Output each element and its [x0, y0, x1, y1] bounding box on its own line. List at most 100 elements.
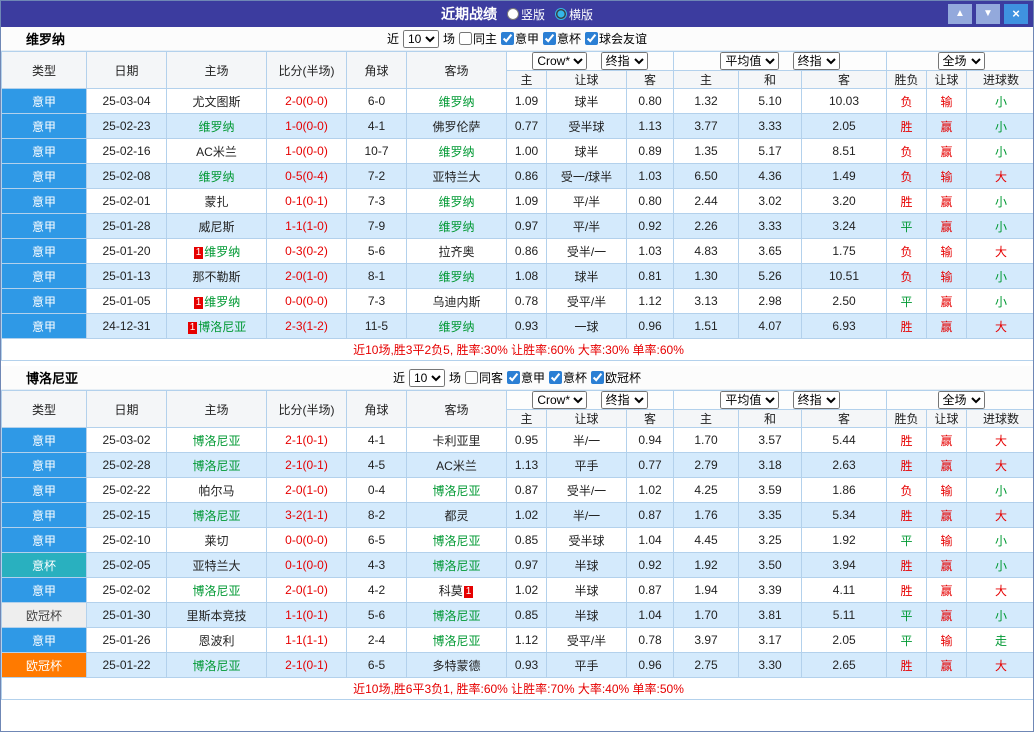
home-team[interactable]: 那不勒斯 [166, 263, 267, 289]
league-type[interactable]: 意甲 [1, 427, 87, 453]
result-handicap-text: 赢 [940, 144, 953, 159]
home-team[interactable]: 博洛尼亚 [166, 452, 267, 478]
away-team[interactable]: 博洛尼亚 [406, 527, 507, 553]
league-type[interactable]: 意甲 [1, 138, 87, 164]
away-team[interactable]: 维罗纳 [406, 213, 507, 239]
league-type[interactable]: 意甲 [1, 313, 87, 339]
league-checkbox-coppa[interactable] [543, 32, 557, 45]
away-team[interactable]: 博洛尼亚 [406, 552, 507, 578]
same-venue-filter[interactable]: 同主 [458, 30, 497, 47]
home-team[interactable]: 威尼斯 [166, 213, 267, 239]
scope-select[interactable]: 全场 [937, 391, 985, 409]
league-type[interactable]: 意甲 [1, 213, 87, 239]
home-team[interactable]: 尤文图斯 [166, 88, 267, 114]
asian-final-select[interactable]: 终指 [600, 391, 648, 409]
league-type[interactable]: 意甲 [1, 163, 87, 189]
home-team[interactable]: 维罗纳 [166, 113, 267, 139]
home-team[interactable]: 蒙扎 [166, 188, 267, 214]
home-team[interactable]: 莱切 [166, 527, 267, 553]
home-team[interactable]: AC米兰 [166, 138, 267, 164]
away-team[interactable]: 博洛尼亚 [406, 602, 507, 628]
league-type[interactable]: 意甲 [1, 188, 87, 214]
away-team[interactable]: 博洛尼亚 [406, 477, 507, 503]
away-team[interactable]: 维罗纳 [406, 263, 507, 289]
away-team[interactable]: 科莫 1 [406, 577, 507, 603]
scroll-down-icon[interactable]: ▼ [976, 4, 1000, 24]
league-type[interactable]: 意甲 [1, 627, 87, 653]
same-venue-filter[interactable]: 同客 [464, 369, 503, 386]
euro-final-select[interactable]: 终指 [792, 391, 840, 409]
league-filter-coppa[interactable]: 意杯 [549, 369, 587, 386]
league-filter-seriea[interactable]: 意甲 [507, 369, 545, 386]
league-checkbox-coppa[interactable] [549, 371, 563, 384]
league-type[interactable]: 意杯 [1, 552, 87, 578]
league-type-text: 意甲 [31, 508, 56, 523]
layout-vertical-radio[interactable] [506, 8, 519, 20]
result-handicap: 赢 [926, 213, 968, 239]
league-type[interactable]: 意甲 [1, 577, 87, 603]
scope-select[interactable]: 全场 [937, 52, 985, 70]
away-team[interactable]: 维罗纳 [406, 188, 507, 214]
result-handicap: 赢 [926, 288, 968, 314]
league-checkbox-seriea[interactable] [507, 371, 520, 384]
away-team[interactable]: AC米兰 [406, 452, 507, 478]
league-filter-seriea[interactable]: 意甲 [501, 30, 539, 47]
home-team[interactable]: 博洛尼亚 [166, 427, 267, 453]
euro-average-select[interactable]: 平均值 [720, 52, 780, 70]
league-type[interactable]: 意甲 [1, 502, 87, 528]
home-team[interactable]: 博洛尼亚 [166, 652, 267, 678]
league-type[interactable]: 意甲 [1, 477, 87, 503]
same-venue-checkbox[interactable] [458, 32, 472, 45]
away-team[interactable]: 亚特兰大 [406, 163, 507, 189]
league-checkbox-friendly[interactable] [585, 32, 599, 45]
asian-home-odds-text: 0.78 [514, 294, 539, 308]
home-team[interactable]: 博洛尼亚 [166, 577, 267, 603]
away-team[interactable]: 拉齐奥 [406, 238, 507, 264]
home-team[interactable]: 恩波利 [166, 627, 267, 653]
odds-company-select[interactable]: Crow* [532, 391, 588, 409]
league-checkbox-seriea[interactable] [501, 32, 514, 45]
same-venue-checkbox[interactable] [464, 371, 478, 384]
league-type[interactable]: 意甲 [1, 238, 87, 264]
away-team[interactable]: 都灵 [406, 502, 507, 528]
away-team[interactable]: 佛罗伦萨 [406, 113, 507, 139]
league-type[interactable]: 欧冠杯 [1, 602, 87, 628]
league-filter-ucl[interactable]: 欧冠杯 [591, 369, 641, 386]
home-team[interactable]: 1 维罗纳 [166, 238, 267, 264]
home-team[interactable]: 1 维罗纳 [166, 288, 267, 314]
league-filter-coppa[interactable]: 意杯 [543, 30, 581, 47]
home-team[interactable]: 1 博洛尼亚 [166, 313, 267, 339]
home-team[interactable]: 博洛尼亚 [166, 502, 267, 528]
league-type[interactable]: 意甲 [1, 452, 87, 478]
away-team[interactable]: 博洛尼亚 [406, 627, 507, 653]
league-type[interactable]: 欧冠杯 [1, 652, 87, 678]
match-count-select[interactable]: 10 [402, 29, 439, 48]
away-team[interactable]: 多特蒙德 [406, 652, 507, 678]
home-team[interactable]: 帕尔马 [166, 477, 267, 503]
league-type[interactable]: 意甲 [1, 527, 87, 553]
match-count-select[interactable]: 10 [408, 368, 445, 387]
odds-company-select[interactable]: Crow* [532, 52, 588, 70]
euro-average-select[interactable]: 平均值 [720, 391, 780, 409]
home-team[interactable]: 亚特兰大 [166, 552, 267, 578]
layout-vertical-option[interactable]: 竖版 [506, 6, 545, 23]
league-filter-friendly[interactable]: 球会友谊 [585, 30, 647, 47]
league-checkbox-ucl[interactable] [591, 371, 605, 384]
away-team[interactable]: 维罗纳 [406, 313, 507, 339]
league-type[interactable]: 意甲 [1, 113, 87, 139]
away-team[interactable]: 维罗纳 [406, 88, 507, 114]
away-team[interactable]: 乌迪内斯 [406, 288, 507, 314]
league-type[interactable]: 意甲 [1, 88, 87, 114]
layout-horizontal-radio[interactable] [555, 8, 567, 20]
close-icon[interactable]: × [1004, 4, 1028, 24]
away-team[interactable]: 卡利亚里 [406, 427, 507, 453]
home-team[interactable]: 里斯本竞技 [166, 602, 267, 628]
asian-final-select[interactable]: 终指 [600, 52, 648, 70]
euro-final-select[interactable]: 终指 [792, 52, 840, 70]
league-type[interactable]: 意甲 [1, 288, 87, 314]
scroll-up-icon[interactable]: ▲ [948, 4, 972, 24]
home-team[interactable]: 维罗纳 [166, 163, 267, 189]
league-type[interactable]: 意甲 [1, 263, 87, 289]
away-team[interactable]: 维罗纳 [406, 138, 507, 164]
layout-horizontal-option[interactable]: 横版 [555, 6, 593, 23]
